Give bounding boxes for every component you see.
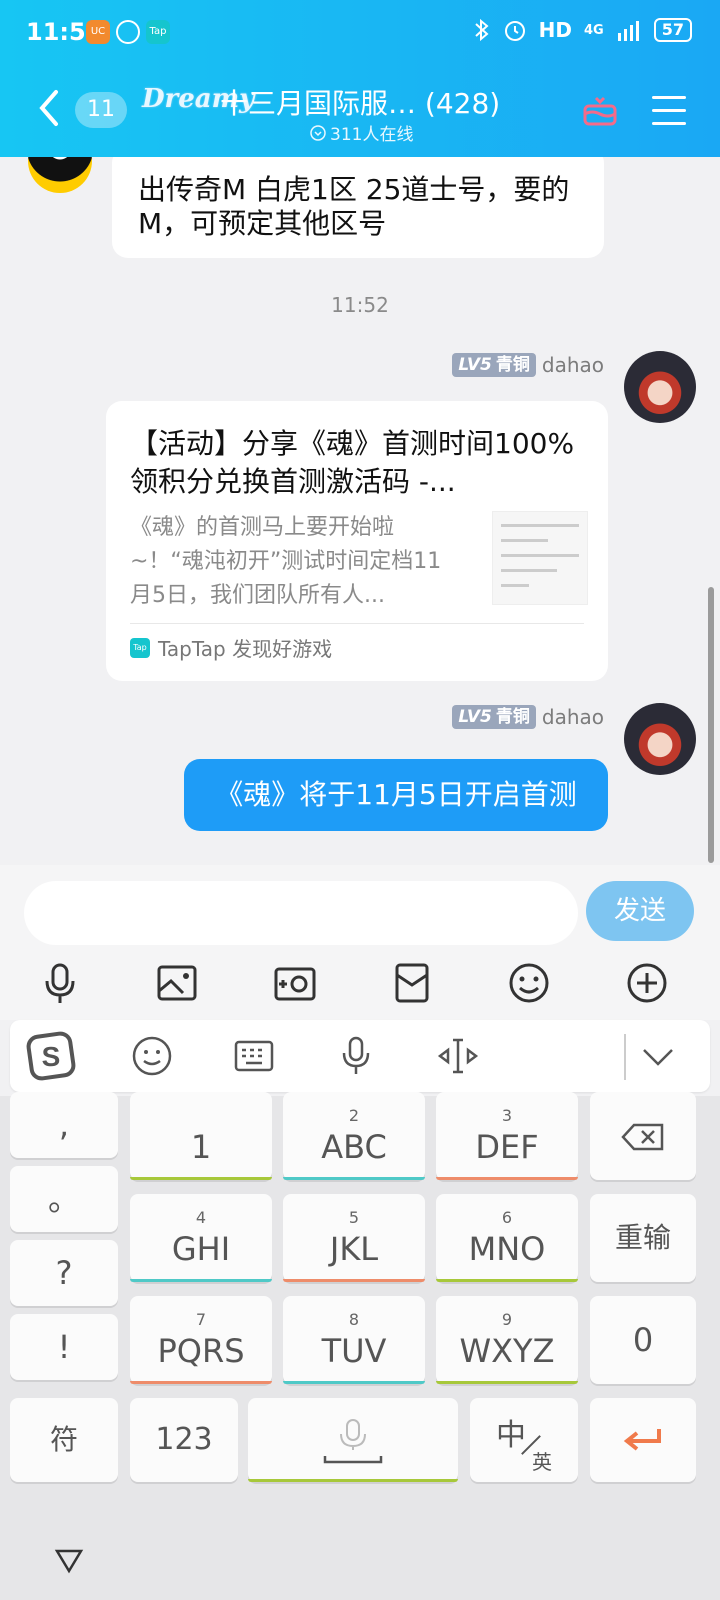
keyboard-icon[interactable] [232, 1034, 276, 1078]
plus-icon[interactable] [625, 961, 669, 1005]
online-count[interactable]: 311人在线 [310, 120, 413, 145]
card-thumbnail [492, 511, 588, 605]
alarm-icon [504, 21, 525, 41]
nav-back-triangle-icon[interactable] [54, 1548, 84, 1574]
level-badge: LV5 青铜 [452, 705, 536, 729]
key-3[interactable]: 3 DEF [436, 1092, 578, 1180]
avatar[interactable] [624, 351, 696, 423]
ime-toolbar: S [10, 1020, 710, 1092]
sender-name[interactable]: dahao [542, 353, 604, 377]
key-5[interactable]: 5 JKL [283, 1194, 425, 1282]
status-right: HD 4G 57 [473, 18, 692, 42]
chevron-down-icon[interactable] [636, 1034, 680, 1078]
battery-indicator: 57 [653, 18, 692, 42]
online-count-label: 311人在线 [330, 125, 414, 145]
chat-bubble-icon [116, 20, 140, 44]
image-icon[interactable] [155, 961, 199, 1005]
emoji-icon[interactable] [507, 961, 551, 1005]
punct-key-question[interactable]: ? [10, 1240, 118, 1306]
status-bar: 11:52 UC Tap HD 4G 57 [0, 0, 720, 68]
backspace-icon [621, 1123, 664, 1151]
camera-icon[interactable] [273, 961, 317, 1005]
punct-key-period[interactable]: 。 [10, 1166, 118, 1232]
space-mic-icon [323, 1419, 383, 1464]
key-2[interactable]: 2 ABC [283, 1092, 425, 1180]
input-toolbar [0, 961, 720, 1017]
message-bubble-outgoing[interactable]: 《魂》将于11月5日开启首测 [184, 759, 608, 831]
reenter-key[interactable]: 重输 [590, 1194, 696, 1282]
card-source: Tap TapTap 发现好游戏 [130, 633, 332, 662]
t9-keyboard: , 。 ? ! 1 2 ABC 3 DEF 4 GHI 5 JKL 6 MNO 重输 7P… [0, 1092, 720, 1600]
chat-scrollbar[interactable] [708, 587, 714, 863]
chat-area[interactable]: 出传奇M 白虎1区 25道士号，要的M，可预定其他区号 11:52 LV5 青铜 … [0, 157, 720, 865]
card-source-label: TapTap 发现好游戏 [158, 637, 333, 661]
sender-meta: LV5 青铜 dahao [452, 353, 604, 377]
enter-icon [623, 1429, 661, 1451]
group-title[interactable]: 十三月国际服… (428) [220, 82, 500, 122]
enter-key[interactable] [590, 1398, 696, 1482]
key-8[interactable]: 8 TUV [283, 1296, 425, 1384]
key-0[interactable]: 0 [590, 1296, 696, 1384]
key-4[interactable]: 4 GHI [130, 1194, 272, 1282]
toolbar-divider [624, 1034, 626, 1080]
sogou-logo-icon[interactable]: S [26, 1031, 76, 1081]
unread-count-badge[interactable]: 11 [75, 92, 127, 128]
notification-icons: UC Tap [86, 20, 170, 44]
language-switch-key[interactable]: 中 英 [470, 1398, 578, 1482]
avatar[interactable] [624, 703, 696, 775]
sender-name[interactable]: dahao [542, 705, 604, 729]
voice-mic-icon[interactable] [38, 961, 82, 1005]
punct-key-exclaim[interactable]: ! [10, 1314, 118, 1380]
lang-alt-label: 英 [532, 1450, 552, 1474]
card-description: 《魂》的首测马上要开始啦~！“魂沌初开”测试时间定档11月5日，我们团队所有人.… [130, 515, 442, 608]
taptap-icon: Tap [130, 637, 150, 658]
sender-meta: LV5 青铜 dahao [452, 705, 604, 729]
online-chevron-icon [310, 124, 326, 141]
bluetooth-icon [474, 18, 489, 42]
svg-text:S: S [42, 1041, 61, 1072]
taptap-icon: Tap [146, 20, 170, 44]
key-9[interactable]: 9 WXYZ [436, 1296, 578, 1384]
emoji-icon[interactable] [130, 1034, 174, 1078]
input-bar: 发送 [0, 865, 720, 1020]
red-packet-icon[interactable] [390, 961, 434, 1005]
punct-key-comma[interactable]: , [10, 1092, 118, 1158]
header-bar: 11:52 UC Tap HD 4G 57 11 Dreamy 十三月国际服… … [0, 0, 720, 157]
back-arrow-icon[interactable] [34, 88, 62, 128]
cake-icon[interactable] [582, 92, 618, 128]
numbers-key[interactable]: 123 [130, 1398, 238, 1482]
message-input[interactable] [24, 881, 578, 945]
network-4g-label: 4G [584, 22, 604, 38]
key-1[interactable]: 1 [130, 1092, 272, 1180]
network-hd-label: HD [538, 18, 573, 42]
lang-main-label: 中 [496, 1418, 526, 1453]
message-bubble[interactable]: 出传奇M 白虎1区 25道士号，要的M，可预定其他区号 [112, 157, 604, 258]
signal-icon [617, 21, 639, 41]
chat-nav-bar: 11 Dreamy 十三月国际服… (428) 311人在线 [0, 68, 720, 157]
backspace-key[interactable] [590, 1092, 696, 1180]
message-timestamp: 11:52 [331, 293, 389, 317]
avatar[interactable] [28, 157, 92, 193]
key-7[interactable]: 7 PQRS [130, 1296, 272, 1384]
uc-browser-icon: UC [86, 20, 110, 44]
card-title: 【活动】分享《魂》首测时间100%领积分兑换首测激活码 -... [130, 427, 575, 498]
card-divider [130, 623, 584, 624]
level-badge: LV5 青铜 [452, 353, 536, 377]
symbols-key[interactable]: 符 [10, 1398, 118, 1482]
shared-link-card[interactable]: 【活动】分享《魂》首测时间100%领积分兑换首测激活码 -... 《魂》的首测马… [106, 401, 608, 681]
space-key[interactable] [248, 1398, 458, 1482]
key-6[interactable]: 6 MNO [436, 1194, 578, 1282]
menu-icon[interactable] [652, 96, 686, 126]
cursor-move-icon[interactable] [436, 1034, 480, 1078]
voice-mic-icon[interactable] [334, 1034, 378, 1078]
send-button[interactable]: 发送 [586, 881, 694, 941]
